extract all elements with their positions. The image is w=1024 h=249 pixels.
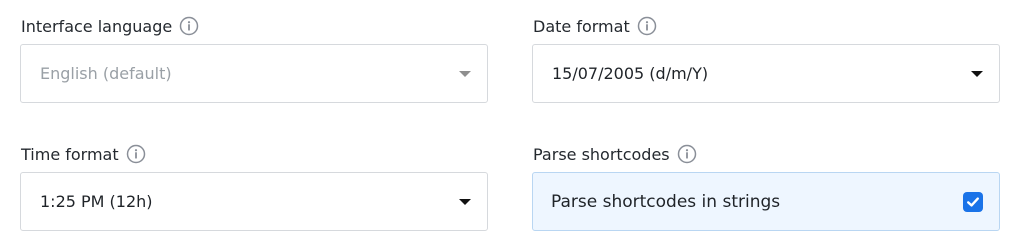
- interface-language-label: Interface language: [21, 16, 173, 36]
- time-format-field: Time format: [21, 142, 146, 166]
- parse-shortcodes-checkbox-label: Parse shortcodes in strings: [551, 191, 781, 212]
- chevron-down-icon: [971, 70, 983, 77]
- info-icon[interactable]: [179, 16, 199, 36]
- info-icon[interactable]: [677, 144, 697, 164]
- interface-language-value: English (default): [40, 64, 172, 83]
- parse-shortcodes-field: Parse shortcodes: [533, 142, 697, 166]
- chevron-down-icon: [459, 70, 471, 77]
- interface-language-select[interactable]: English (default): [20, 44, 488, 103]
- interface-language-label-row: Interface language: [21, 14, 199, 38]
- date-format-field: Date format: [533, 14, 657, 38]
- time-format-label-row: Time format: [21, 142, 146, 166]
- parse-shortcodes-label-row: Parse shortcodes: [533, 142, 697, 166]
- parse-shortcodes-checkbox[interactable]: [963, 191, 983, 212]
- info-icon[interactable]: [126, 144, 146, 164]
- parse-shortcodes-label: Parse shortcodes: [533, 144, 670, 164]
- checkmark-icon: [967, 196, 979, 207]
- interface-language-field: Interface language: [21, 14, 199, 38]
- date-format-label-row: Date format: [533, 14, 657, 38]
- parse-shortcodes-checkbox-row[interactable]: Parse shortcodes in strings: [532, 172, 1000, 231]
- date-format-value: 15/07/2005 (d/m/Y): [552, 64, 709, 83]
- chevron-down-icon: [459, 198, 471, 205]
- date-format-select[interactable]: 15/07/2005 (d/m/Y): [532, 44, 1000, 103]
- time-format-value: 1:25 PM (12h): [40, 192, 153, 211]
- date-format-label: Date format: [533, 16, 630, 36]
- time-format-label: Time format: [21, 144, 119, 164]
- time-format-select[interactable]: 1:25 PM (12h): [20, 172, 488, 231]
- info-icon[interactable]: [637, 16, 657, 36]
